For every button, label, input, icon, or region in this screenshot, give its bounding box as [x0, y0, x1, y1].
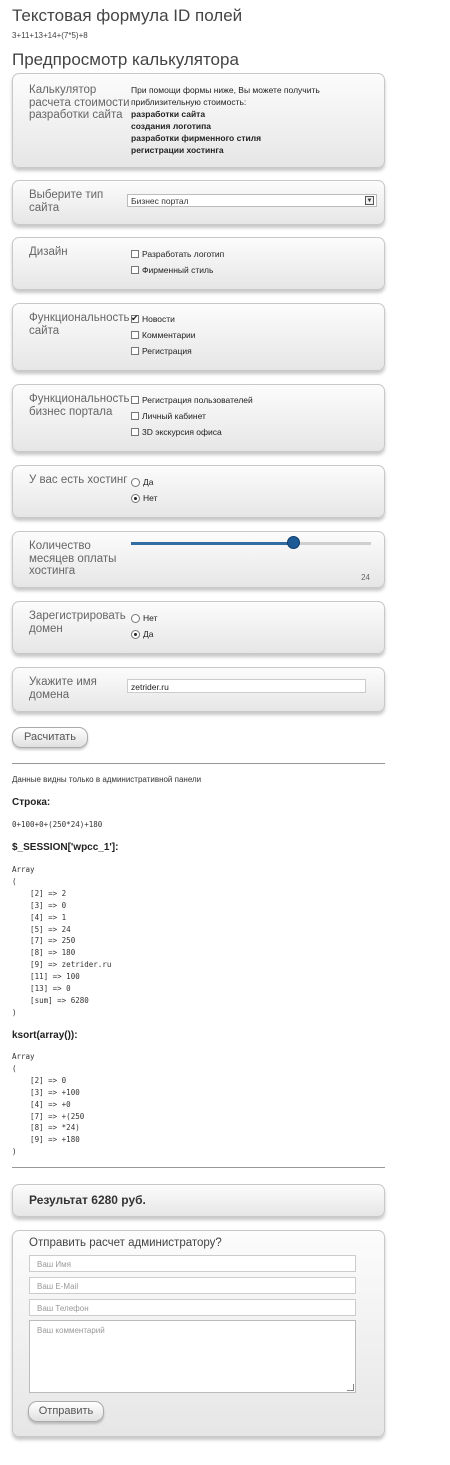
- portal-func-options: Регистрация пользователей Личный кабинет…: [131, 392, 253, 440]
- domain-reg-label: Зарегистрировать домен: [29, 610, 126, 635]
- dropdown-arrow-icon[interactable]: ▼: [365, 196, 374, 205]
- months-card: Количество месяцев оплаты хостинга 24: [12, 531, 385, 588]
- domain-name-input[interactable]: zetrider.ru: [127, 679, 366, 693]
- months-label: Количество месяцев оплаты хостинга: [29, 540, 117, 577]
- intro-item: разработки фирменного стиля: [131, 133, 262, 143]
- string-value: 0+100+0+(250*24)+180: [12, 820, 103, 829]
- months-value: 24: [361, 573, 370, 582]
- domain-reg-options: Нет Да: [131, 610, 157, 642]
- ksort-label: ksort(array()):: [12, 1030, 78, 1041]
- site-type-selected: Бизнес портал: [131, 196, 189, 206]
- site-type-card: Выберите тип сайта Бизнес портал ▼: [12, 180, 385, 225]
- email-field[interactable]: Ваш E-Mail: [29, 1277, 356, 1294]
- checkbox-comments[interactable]: Комментарии: [131, 327, 196, 343]
- hosting-label: У вас есть хостинг: [29, 474, 128, 486]
- option-label: Регистрация пользователей: [142, 395, 253, 405]
- option-label: Нет: [143, 493, 158, 503]
- months-slider[interactable]: [131, 536, 371, 549]
- checkbox-corporate-style[interactable]: Фирменный стиль: [131, 262, 224, 278]
- hosting-options: Да Нет: [131, 474, 157, 506]
- checkbox-user-registration[interactable]: Регистрация пользователей: [131, 392, 253, 408]
- phone-field[interactable]: Ваш Телефон: [29, 1299, 356, 1316]
- checkbox-icon[interactable]: [131, 428, 139, 436]
- design-card: Дизайн Разработать логотип Фирменный сти…: [12, 237, 385, 290]
- result-card: Результат 6280 руб.: [12, 1184, 385, 1217]
- option-label: Разработать логотип: [142, 249, 225, 259]
- intro-item: создания логотипа: [131, 121, 211, 131]
- calculate-button[interactable]: Расчитать: [12, 727, 88, 748]
- radio-hosting-yes[interactable]: Да: [131, 474, 157, 490]
- design-options: Разработать логотип Фирменный стиль: [131, 246, 224, 278]
- domain-name-card: Укажите имя домена zetrider.ru: [12, 667, 385, 712]
- divider: [12, 1167, 385, 1168]
- radio-icon[interactable]: [131, 477, 140, 487]
- option-label: Регистрация: [142, 346, 192, 356]
- site-func-options: Новости Комментарии Регистрация: [131, 311, 196, 359]
- radio-hosting-no[interactable]: Нет: [131, 490, 157, 506]
- send-title: Отправить расчет администратору?: [29, 1237, 222, 1249]
- divider: [12, 763, 385, 764]
- site-func-card: Функциональность сайта Новости Комментар…: [12, 303, 385, 371]
- name-field[interactable]: Ваш Имя: [29, 1255, 356, 1272]
- intro-item: разработки сайта: [131, 109, 206, 119]
- radio-selected-icon[interactable]: [131, 493, 140, 503]
- checkbox-3d-tour[interactable]: 3D экскурсия офиса: [131, 424, 253, 440]
- intro-label: Калькулятор расчета стоимости разработки…: [29, 84, 130, 121]
- send-card: Отправить расчет администратору? Ваш Имя…: [12, 1230, 385, 1437]
- domain-reg-card: Зарегистрировать домен Нет Да: [12, 601, 385, 654]
- send-button[interactable]: Отправить: [28, 1401, 104, 1422]
- checkbox-news[interactable]: Новости: [131, 311, 196, 327]
- slider-fill: [131, 542, 295, 545]
- radio-icon[interactable]: [131, 613, 140, 623]
- checkbox-develop-logo[interactable]: Разработать логотип: [131, 246, 224, 262]
- page-title: Текстовая формула ID полей: [12, 6, 243, 25]
- preview-title: Предпросмотр калькулятора: [12, 50, 239, 69]
- checkbox-registration[interactable]: Регистрация: [131, 343, 196, 359]
- admin-note: Данные видны только в административной п…: [12, 775, 202, 784]
- portal-func-card: Функциональность бизнес портала Регистра…: [12, 384, 385, 452]
- intro-text-block: При помощи формы ниже, Вы можете получит…: [131, 84, 371, 156]
- radio-domain-yes[interactable]: Да: [131, 626, 157, 642]
- domain-name-label: Укажите имя домена: [29, 676, 97, 701]
- checkbox-icon[interactable]: [131, 347, 139, 355]
- radio-selected-icon[interactable]: [131, 629, 140, 639]
- checkbox-icon[interactable]: [131, 412, 139, 420]
- intro-text: При помощи формы ниже, Вы можете получит…: [131, 85, 320, 107]
- option-label: Новости: [142, 314, 175, 324]
- intro-card: Калькулятор расчета стоимости разработки…: [12, 73, 385, 168]
- option-label: Нет: [143, 613, 158, 623]
- option-label: Комментарии: [142, 330, 196, 340]
- checkbox-icon[interactable]: [131, 266, 139, 274]
- site-func-label: Функциональность сайта: [29, 312, 130, 337]
- portal-func-label: Функциональность бизнес портала: [29, 393, 130, 418]
- result-text: Результат 6280 руб.: [29, 1193, 146, 1207]
- checkbox-checked-icon[interactable]: [131, 312, 139, 324]
- option-label: Фирменный стиль: [142, 265, 214, 275]
- site-type-select[interactable]: Бизнес портал ▼: [127, 194, 377, 207]
- radio-domain-no[interactable]: Нет: [131, 610, 157, 626]
- ksort-dump: Array ( [2] => 0 [3] => +100 [4] => +0 […: [12, 1052, 85, 1157]
- hosting-card: У вас есть хостинг Да Нет: [12, 465, 385, 518]
- checkbox-icon[interactable]: [131, 250, 139, 258]
- string-label: Строка:: [12, 797, 51, 808]
- session-label: $_SESSION['wpcc_1']:: [12, 842, 119, 853]
- design-label: Дизайн: [29, 246, 68, 258]
- option-label: Да: [143, 629, 154, 639]
- comment-field[interactable]: Ваш комментарий: [29, 1320, 356, 1393]
- session-dump: Array ( [2] => 2 [3] => 0 [4] => 1 [5] =…: [12, 865, 112, 1017]
- checkbox-icon[interactable]: [131, 331, 139, 339]
- slider-handle[interactable]: [287, 536, 301, 549]
- checkbox-personal-cabinet[interactable]: Личный кабинет: [131, 408, 253, 424]
- option-label: 3D экскурсия офиса: [142, 427, 222, 437]
- site-type-label: Выберите тип сайта: [29, 189, 104, 214]
- option-label: Личный кабинет: [142, 411, 206, 421]
- formula-text: 3+11+13+14+(7*5)+8: [12, 31, 88, 40]
- option-label: Да: [143, 477, 154, 487]
- intro-item: регистрации хостинга: [131, 145, 224, 155]
- checkbox-icon[interactable]: [131, 396, 139, 404]
